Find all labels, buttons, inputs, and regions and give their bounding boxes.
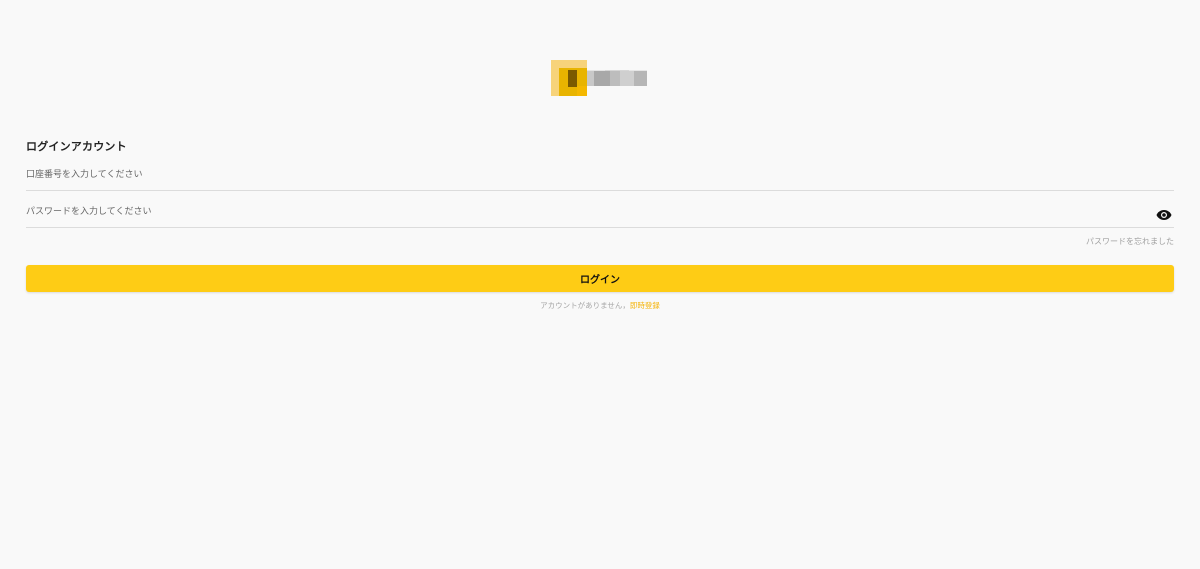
login-heading: ログインアカウント: [26, 140, 127, 153]
no-account-text: アカウントがありません，: [540, 301, 630, 310]
eye-icon[interactable]: [1156, 206, 1172, 220]
account-number-input[interactable]: [26, 162, 1146, 188]
eye-icon-svg: [1156, 210, 1172, 220]
signup-link[interactable]: 即時登録: [630, 301, 660, 310]
account-field: [26, 162, 1174, 191]
forgot-password-link[interactable]: パスワードを忘れました: [1086, 236, 1174, 247]
brand-logo: [551, 60, 651, 100]
password-field: [26, 199, 1174, 228]
login-page: ログインアカウント パスワードを忘れました ログイン アカウントがありません，即…: [0, 0, 1200, 569]
login-button[interactable]: ログイン: [26, 265, 1174, 292]
signup-prompt: アカウントがありません，即時登録: [0, 300, 1200, 311]
password-input[interactable]: [26, 199, 1146, 225]
